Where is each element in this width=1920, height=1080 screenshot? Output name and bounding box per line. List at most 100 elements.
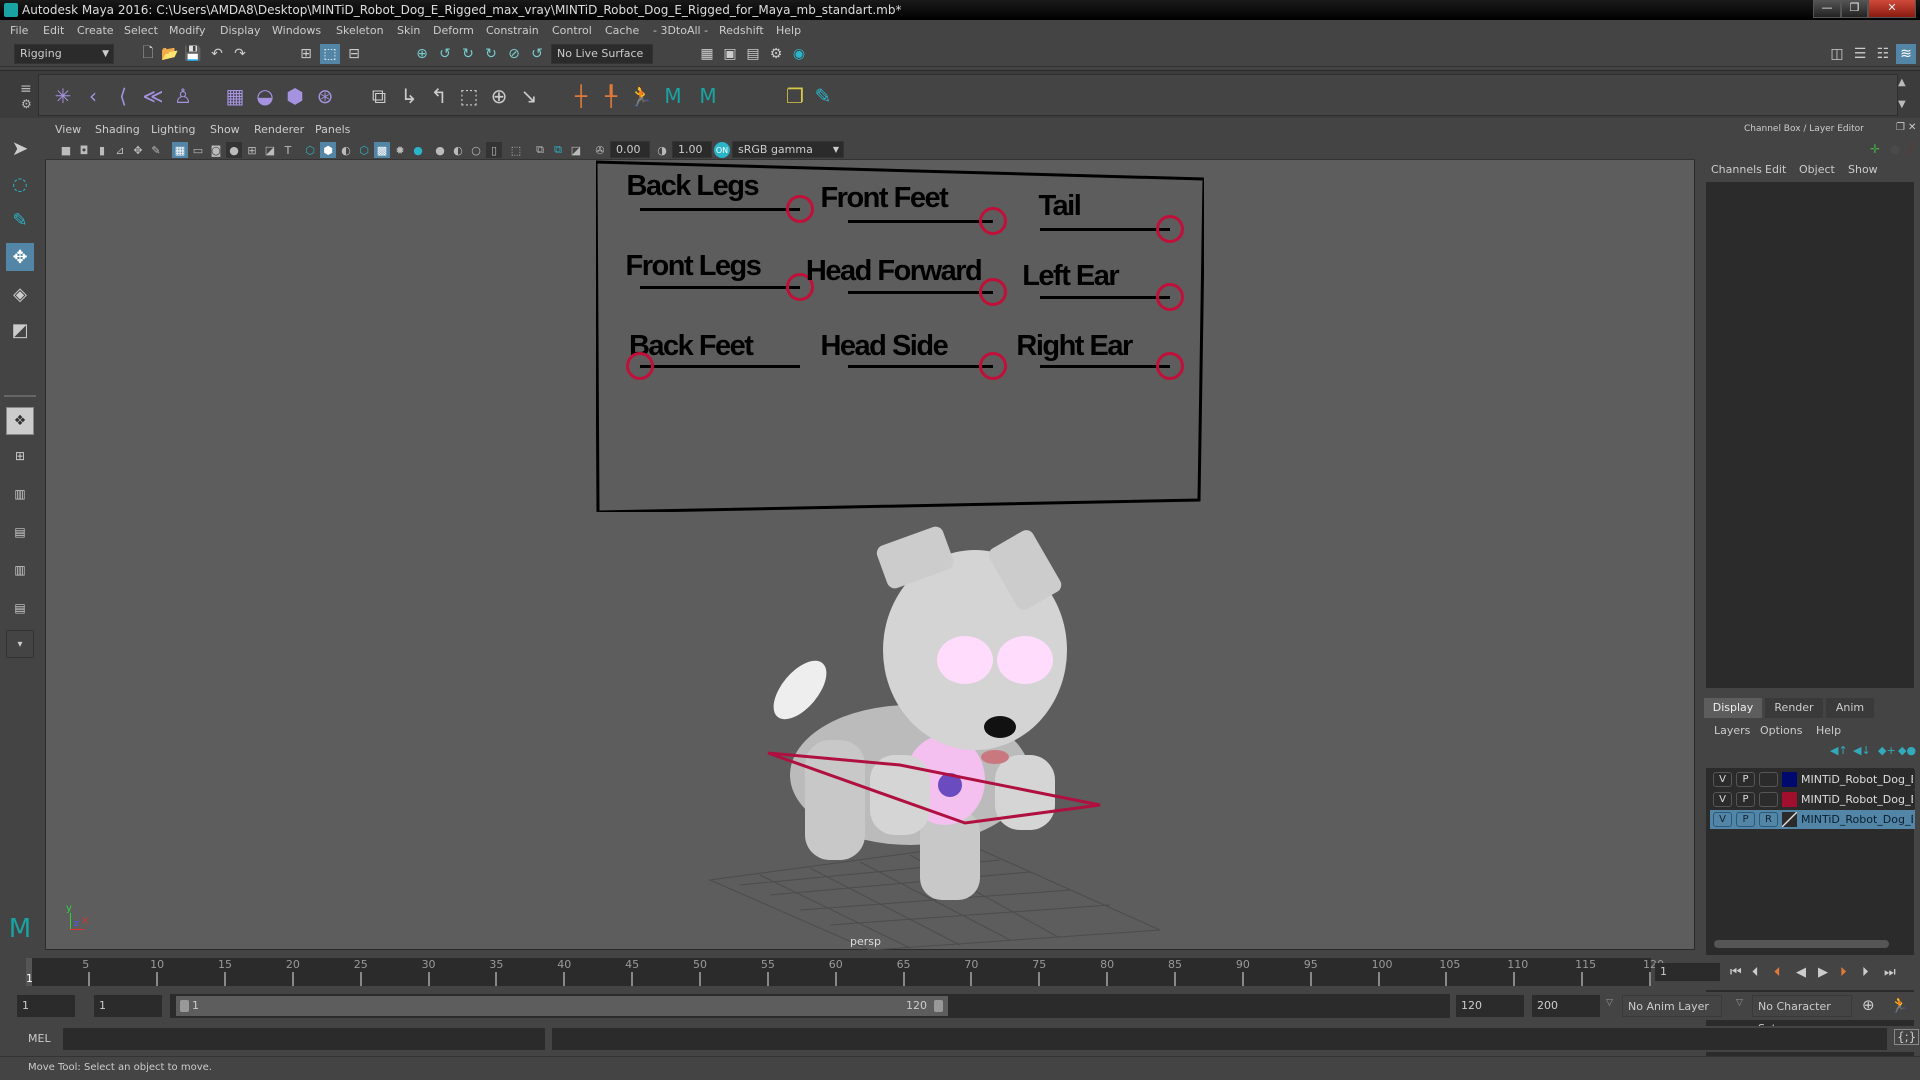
tab-render[interactable]: Render: [1765, 698, 1823, 718]
create-empty-layer-icon[interactable]: ◆+: [1878, 744, 1896, 757]
layer-menu-options[interactable]: Options: [1760, 724, 1802, 737]
rotate-tool-icon[interactable]: ◈: [6, 280, 34, 308]
pole-vector-constraint-icon[interactable]: ↘: [515, 82, 543, 110]
wireframe-on-shaded-icon[interactable]: ⬡: [356, 142, 372, 158]
gate-mask-icon[interactable]: ●: [226, 142, 242, 158]
xray-icon[interactable]: ⧉: [532, 142, 548, 158]
xray-joints-icon[interactable]: ⧉: [550, 142, 566, 158]
snap-vertex-icon[interactable]: ↺: [527, 44, 547, 64]
layer-visibility-toggle[interactable]: V: [1713, 812, 1732, 827]
smooth-shade-icon[interactable]: ⬢: [320, 142, 336, 158]
layer-list-scrollbar[interactable]: [1714, 940, 1889, 948]
layer-row[interactable]: V P MINTiD_Robot_Dog_E_: [1710, 770, 1915, 789]
menu-edit[interactable]: Edit: [43, 24, 64, 37]
go-to-end-icon[interactable]: ⏭: [1884, 965, 1896, 980]
isolate-select-icon[interactable]: ⬚: [508, 142, 524, 158]
robot-dog-model[interactable]: persp: [700, 520, 1160, 950]
panel-menu-show[interactable]: Show: [210, 123, 240, 136]
lasso-tool-icon[interactable]: ◌: [6, 170, 34, 198]
persp-graph-hypergraph-layout-icon[interactable]: ▤: [6, 594, 34, 622]
go-to-start-icon[interactable]: ⏮: [1730, 965, 1742, 980]
aim-constraint-icon[interactable]: ⊕: [485, 82, 513, 110]
range-start-handle[interactable]: [180, 1000, 189, 1012]
channel-box-toggle-icon[interactable]: ≋: [1896, 44, 1916, 64]
2d-pan-zoom-icon[interactable]: ✥: [130, 142, 146, 158]
modeling-toolkit-icon[interactable]: ◫: [1827, 44, 1847, 64]
playback-start-field[interactable]: 1: [94, 995, 162, 1017]
set-key-icon[interactable]: ┼: [567, 82, 595, 110]
menu-help[interactable]: Help: [776, 24, 801, 37]
safe-title-icon[interactable]: T: [280, 142, 296, 158]
layer-row[interactable]: V P R MINTiD_Robot_Dog_E_: [1710, 810, 1915, 829]
render-current-frame-icon[interactable]: ▣: [720, 44, 740, 64]
menu-create[interactable]: Create: [77, 24, 114, 37]
layer-playback-toggle[interactable]: P: [1736, 772, 1755, 787]
move-layer-up-icon[interactable]: ◀↑: [1830, 744, 1848, 757]
select-camera-icon[interactable]: ■: [58, 142, 74, 158]
textured-icon[interactable]: ▩: [374, 142, 390, 158]
auto-key-icon[interactable]: ⊕: [1862, 996, 1875, 1014]
render-settings-icon[interactable]: ⚙: [766, 44, 786, 64]
chevron-down-icon[interactable]: ▽: [1736, 998, 1743, 1008]
select-component-icon[interactable]: ⊟: [344, 44, 364, 64]
minimize-button[interactable]: —: [1813, 0, 1841, 18]
move-tool-icon[interactable]: ✥: [6, 243, 34, 271]
character-icon[interactable]: 🏃: [627, 82, 655, 110]
animation-start-field[interactable]: 1: [17, 995, 75, 1017]
resolution-gate-icon[interactable]: ◙: [208, 142, 224, 158]
redo-icon[interactable]: ↷: [230, 44, 250, 64]
bookmark-icon[interactable]: ▮: [94, 142, 110, 158]
layer-row[interactable]: V P MINTiD_Robot_Dog_E_: [1710, 790, 1915, 809]
cb-menu-show[interactable]: Show: [1848, 163, 1878, 176]
panel-menu-shading[interactable]: Shading: [95, 123, 140, 136]
script-editor-icon[interactable]: {;}: [1894, 1029, 1920, 1045]
anim-layer-dropdown[interactable]: No Anim Layer: [1622, 995, 1722, 1017]
play-forwards-icon[interactable]: ▶: [1818, 965, 1828, 980]
layer-menu-help[interactable]: Help: [1816, 724, 1841, 737]
menu-skin[interactable]: Skin: [397, 24, 420, 37]
snap-view-icon[interactable]: ↻: [481, 44, 501, 64]
panel-menu-renderer[interactable]: Renderer: [254, 123, 304, 136]
lattice-icon[interactable]: ⬢: [281, 82, 309, 110]
orient-constraint-icon[interactable]: ↰: [425, 82, 453, 110]
animation-preferences-icon[interactable]: 🏃: [1890, 996, 1909, 1014]
create-joints-icon[interactable]: ✳: [49, 82, 77, 110]
layout-more-icon[interactable]: ▾: [6, 630, 34, 658]
new-scene-icon[interactable]: 🗋: [138, 44, 158, 64]
save-scene-icon[interactable]: 💾: [183, 44, 203, 64]
layer-visibility-toggle[interactable]: V: [1713, 792, 1732, 807]
maya-m-icon-1[interactable]: M: [659, 82, 687, 110]
undo-icon[interactable]: ↶: [207, 44, 227, 64]
cb-menu-object[interactable]: Object: [1799, 163, 1835, 176]
control-slider-knob[interactable]: [979, 352, 1007, 380]
shelf-settings-icon[interactable]: ⚙: [21, 97, 32, 111]
gamma-icon[interactable]: ◑: [654, 142, 670, 158]
snap-surface-icon[interactable]: ⊘: [504, 44, 524, 64]
command-language-label[interactable]: MEL: [28, 1032, 51, 1045]
menu-3dtoall[interactable]: - 3DtoAll -: [653, 24, 708, 37]
scale-constraint-icon[interactable]: ⬚: [455, 82, 483, 110]
exposure-icon[interactable]: ✇: [592, 142, 608, 158]
panel-menu-lighting[interactable]: Lighting: [151, 123, 195, 136]
set-driven-key-icon[interactable]: ╀: [597, 82, 625, 110]
point-constraint-icon[interactable]: ↳: [395, 82, 423, 110]
grid-icon[interactable]: ▦: [172, 142, 188, 158]
select-object-icon[interactable]: ⬚: [320, 44, 340, 64]
four-view-layout-icon[interactable]: ⊞: [6, 442, 34, 470]
gamma-field[interactable]: 1.00: [672, 141, 712, 158]
menuset-dropdown[interactable]: Rigging ▼: [14, 44, 114, 64]
paint-select-tool-icon[interactable]: ✎: [6, 206, 34, 234]
panel-menu-panels[interactable]: Panels: [315, 123, 350, 136]
xray-components-icon[interactable]: ◪: [568, 142, 584, 158]
character-set-dropdown[interactable]: No Character Set: [1752, 995, 1852, 1035]
layer-reference-toggle[interactable]: [1759, 792, 1778, 807]
menu-windows[interactable]: Windows: [272, 24, 321, 37]
close-panel-icon[interactable]: ✕: [1908, 122, 1916, 133]
menu-redshift[interactable]: Redshift: [719, 24, 764, 37]
render-view-icon[interactable]: ▦: [697, 44, 717, 64]
snap-point-icon[interactable]: ↻: [458, 44, 478, 64]
parent-constraint-icon[interactable]: ⧉: [365, 82, 393, 110]
tab-anim[interactable]: Anim: [1826, 698, 1874, 718]
persp-graph-layout-icon[interactable]: ▤: [6, 518, 34, 546]
shelf-scroll-up-icon[interactable]: ▲: [1898, 77, 1906, 88]
